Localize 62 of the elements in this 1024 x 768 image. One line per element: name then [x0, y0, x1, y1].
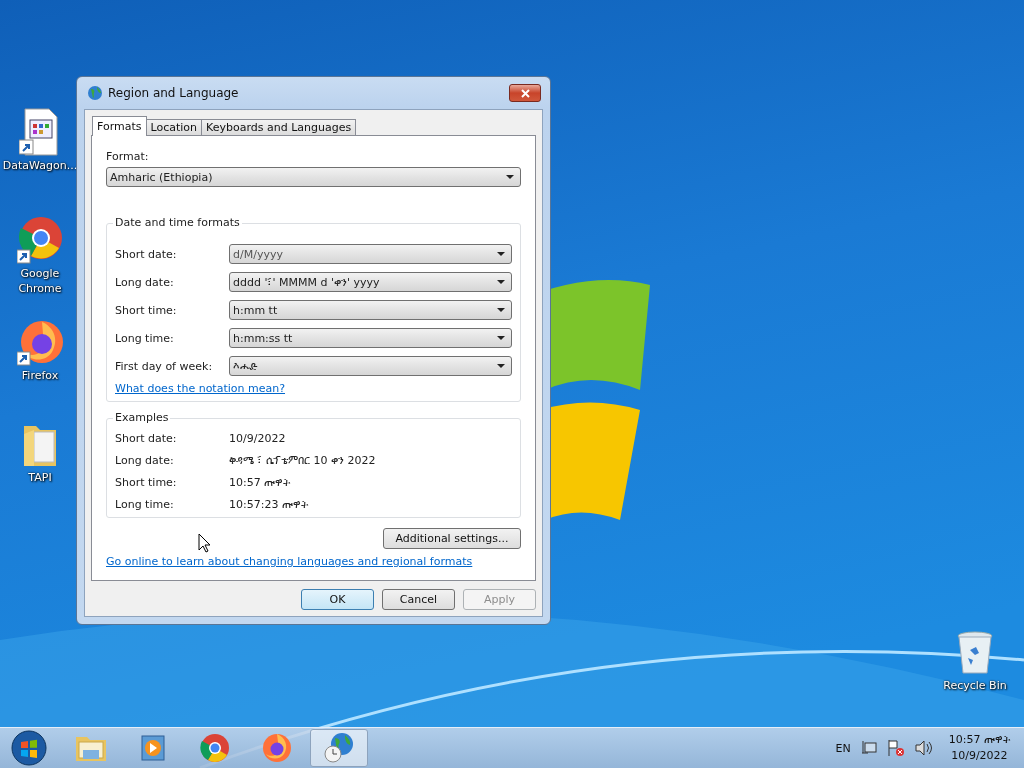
- example-label: Long date:: [115, 453, 175, 467]
- online-help-link[interactable]: Go online to learn about changing languages and regional formats: [106, 555, 521, 568]
- dropdown-arrow-icon: [497, 308, 505, 312]
- example-value: 10:57 ጡዋት: [229, 475, 292, 489]
- start-orb-icon: [11, 730, 47, 766]
- media-player-icon: [139, 734, 167, 762]
- field-label: Short time:: [115, 303, 178, 317]
- desktop-icon-label[interactable]: TAPI: [28, 470, 52, 485]
- tab[interactable]: Formats: [92, 116, 147, 136]
- field-label: Long date:: [115, 275, 175, 289]
- desktop-icon-label[interactable]: Recycle Bin: [943, 678, 1007, 693]
- dropdown-arrow-icon: [497, 336, 505, 340]
- desktop-icon-label[interactable]: Firefox: [21, 368, 59, 383]
- dropdown-arrow-icon: [497, 364, 505, 368]
- dialog-button[interactable]: Cancel: [382, 589, 455, 610]
- example-label: Short time:: [115, 475, 178, 489]
- example-label: Short date:: [115, 431, 178, 445]
- window-title: Region and Language: [108, 86, 240, 100]
- dropdown-arrow-icon: [497, 280, 505, 284]
- dialog-button[interactable]: OK: [301, 589, 374, 610]
- application-file-icon: [19, 108, 61, 156]
- example-value: 10:57:23 ጡዋት: [229, 497, 309, 511]
- close-icon: [520, 88, 530, 98]
- speaker-icon[interactable]: [914, 740, 933, 756]
- example-label: Long time:: [115, 497, 175, 511]
- field-label: Short date:: [115, 247, 178, 261]
- example-value: ቅዳሜ ፣ ሴፕቴምበር 10 ቀን 2022: [229, 453, 377, 467]
- globe-clock-icon: [323, 732, 355, 764]
- mouse-cursor-icon: [198, 533, 212, 553]
- format-dropdown[interactable]: Amharic (Ethiopia): [106, 167, 521, 187]
- taskbar-button[interactable]: [310, 729, 368, 767]
- chrome-icon: [200, 733, 230, 763]
- format-dropdown[interactable]: dddd '፣' MMMM d 'ቀን' yyyy: [229, 272, 512, 292]
- format-dropdown[interactable]: እሑድ: [229, 356, 512, 376]
- firefox-icon: [17, 318, 63, 366]
- example-value: 10/9/2022: [229, 431, 287, 445]
- network-icon[interactable]: [860, 740, 877, 756]
- clock[interactable]: 10:57 ጡዋት 10/9/2022: [948, 732, 1010, 764]
- additional-settings-button[interactable]: Additional settings...: [383, 528, 521, 549]
- group-title: Examples: [113, 411, 171, 424]
- recycle-bin-icon: [956, 630, 994, 676]
- globe-icon: [87, 85, 103, 101]
- language-indicator[interactable]: EN: [835, 741, 851, 755]
- desktop-icon-label[interactable]: Google Chrome: [0, 266, 80, 296]
- desktop-icon-label[interactable]: DataWagon...: [2, 158, 78, 173]
- format-dropdown[interactable]: h:mm tt: [229, 300, 512, 320]
- format-dropdown[interactable]: d/M/yyyy: [229, 244, 512, 264]
- folder-icon: [75, 734, 107, 762]
- field-label: Long time:: [115, 331, 175, 345]
- group-title: Date and time formats: [113, 216, 242, 229]
- close-button[interactable]: [509, 84, 541, 102]
- dropdown-arrow-icon: [497, 252, 505, 256]
- format-label: Format:: [106, 150, 150, 163]
- field-label: First day of week:: [115, 359, 214, 373]
- format-dropdown[interactable]: h:mm:ss tt: [229, 328, 512, 348]
- flag-icon[interactable]: [886, 739, 905, 757]
- dropdown-arrow-icon: [506, 175, 514, 179]
- notation-link[interactable]: What does the notation mean?: [115, 382, 512, 395]
- tab[interactable]: Location: [145, 119, 203, 136]
- tab[interactable]: Keyboards and Languages: [201, 119, 357, 136]
- chrome-icon: [17, 216, 63, 264]
- firefox-icon: [262, 733, 292, 763]
